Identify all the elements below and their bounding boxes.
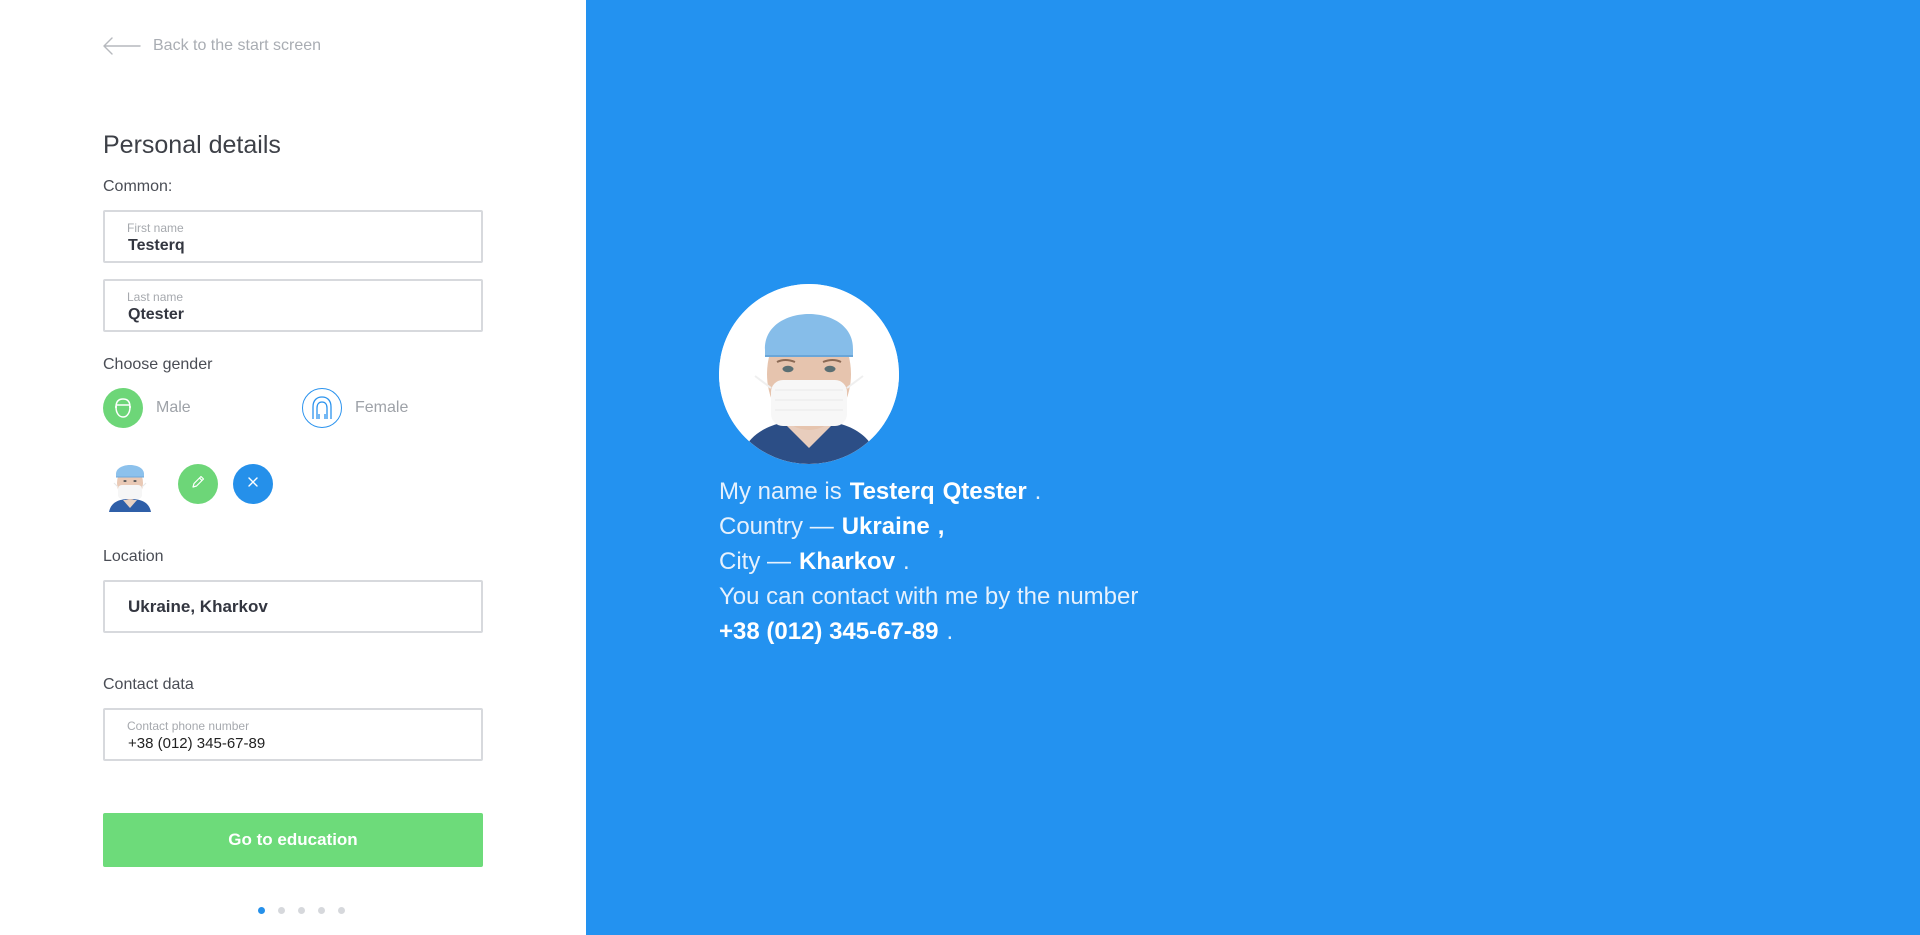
gender-option-female[interactable]: Female <box>302 388 408 428</box>
close-icon <box>246 475 260 494</box>
last-name-label: Last name <box>127 290 184 304</box>
pager-dot[interactable] <box>318 907 325 914</box>
phone-label: Contact phone number <box>127 719 250 733</box>
arrow-left-icon <box>103 37 141 55</box>
pencil-icon <box>190 474 206 495</box>
edit-photo-button[interactable] <box>178 464 218 504</box>
bio-phone-suffix: . <box>946 618 954 645</box>
first-name-field[interactable]: First name Testerq <box>103 210 483 263</box>
form-panel: Back to the start screen Personal detail… <box>0 0 586 935</box>
bio-last-name: Qtester <box>942 478 1027 505</box>
gender-section-label: Choose gender <box>103 356 213 373</box>
pager-dot[interactable] <box>298 907 305 914</box>
common-section-label: Common: <box>103 178 173 195</box>
bio-name-suffix: . <box>1034 478 1042 505</box>
avatar-thumbnail <box>103 456 157 512</box>
bio-city: Kharkov <box>799 548 896 575</box>
location-field[interactable]: Ukraine, Kharkov <box>103 580 483 633</box>
bio-city-line: City — Kharkov. <box>719 544 1138 579</box>
pager-dot[interactable] <box>278 907 285 914</box>
contact-section-label: Contact data <box>103 676 194 693</box>
bio-city-suffix: . <box>903 548 910 575</box>
gender-male-label: Male <box>156 399 191 416</box>
bio-phone: +38 (012) 345-67-89 <box>719 618 939 645</box>
back-link-label: Back to the start screen <box>153 37 322 54</box>
female-head-icon <box>302 388 342 428</box>
bio-contact-line: You can contact with me by the number <box>719 583 1139 610</box>
location-value[interactable]: Ukraine, Kharkov <box>128 597 268 617</box>
bio-first-name: Testerq <box>849 478 935 505</box>
pager-dot[interactable] <box>258 907 265 914</box>
bio-text: My name is Testerq Qtester. Country — Ukrai… <box>719 474 1138 649</box>
bio-phone-line: +38 (012) 345-67-89. <box>719 614 1138 649</box>
bio-country: Ukraine <box>841 513 930 540</box>
step-pager <box>258 907 358 914</box>
avatar-large <box>719 284 899 464</box>
last-name-field[interactable]: Last name Qtester <box>103 279 483 332</box>
first-name-value[interactable]: Testerq <box>128 237 185 255</box>
preview-panel: My name is Testerq Qtester. Country — Ukrai… <box>586 0 1920 935</box>
phone-field[interactable]: Contact phone number +38 (012) 345-67-89 <box>103 708 483 761</box>
bio-name-line: My name is Testerq Qtester. <box>719 474 1138 509</box>
remove-photo-button[interactable] <box>233 464 273 504</box>
bio-country-line: Country — Ukraine, <box>719 509 1138 544</box>
go-to-education-button[interactable]: Go to education <box>103 813 483 867</box>
back-link[interactable]: Back to the start screen <box>103 37 321 55</box>
bio-country-prefix: Country — <box>719 513 834 540</box>
bio-country-suffix: , <box>937 513 945 540</box>
location-section-label: Location <box>103 548 164 565</box>
gender-option-male[interactable]: Male <box>103 388 191 428</box>
first-name-label: First name <box>127 221 184 235</box>
pager-dot[interactable] <box>338 907 345 914</box>
bio-name-prefix: My name is <box>719 478 842 505</box>
gender-female-label: Female <box>355 399 409 416</box>
bio-city-prefix: City — <box>719 548 791 575</box>
phone-value[interactable]: +38 (012) 345-67-89 <box>128 735 265 752</box>
male-head-icon <box>103 388 143 428</box>
page-title: Personal details <box>103 131 281 159</box>
last-name-value[interactable]: Qtester <box>128 306 184 324</box>
